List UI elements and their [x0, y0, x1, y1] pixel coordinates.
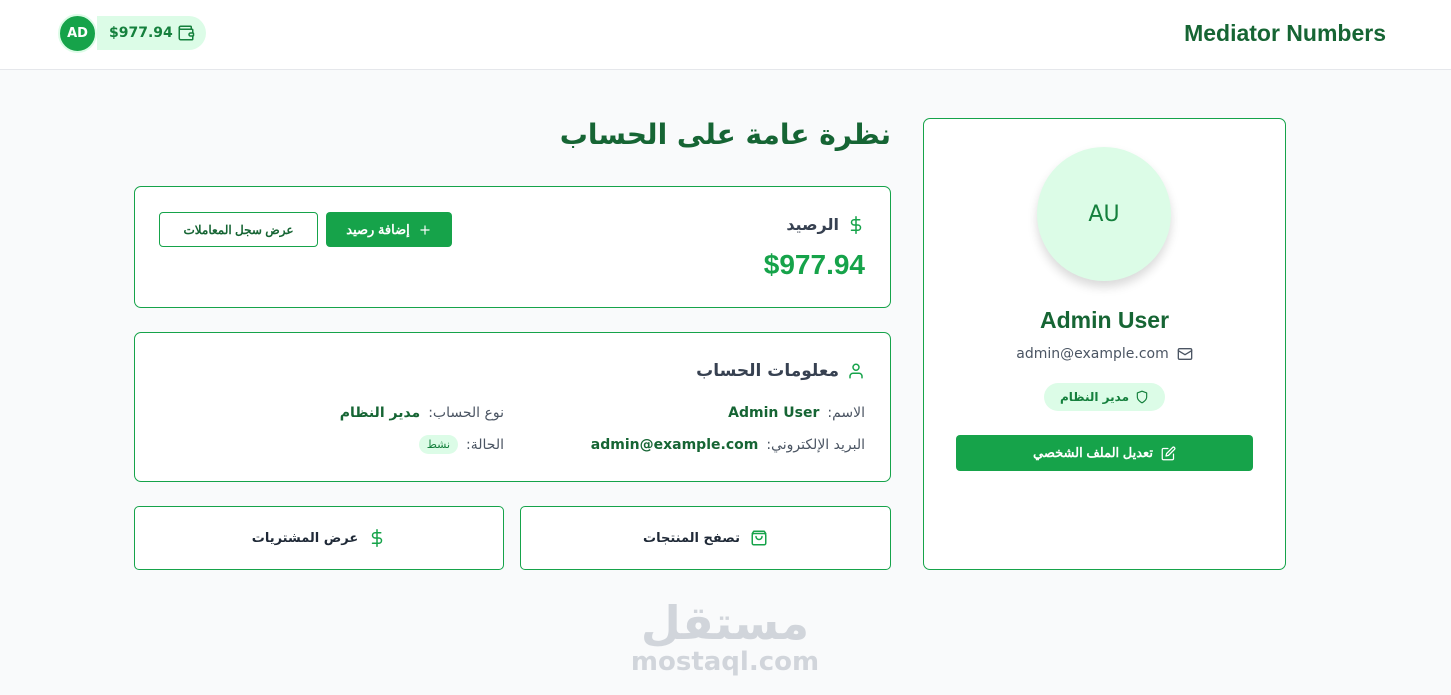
view-purchases-label: عرض المشتريات [251, 530, 359, 546]
info-email-label: البريد الإلكتروني: [766, 437, 865, 453]
info-email-row: البريد الإلكتروني: admin@example.com [591, 437, 865, 453]
balance-label: الرصيد [786, 215, 839, 234]
role-badge: مدير النظام [1044, 383, 1165, 411]
info-type-value: مدير النظام [339, 405, 421, 421]
top-navbar: Mediator Numbers $977.94 AD [0, 0, 1451, 70]
profile-card: AU Admin User admin@example.com مدير الن… [923, 118, 1286, 570]
info-status-row: الحالة: نشط [418, 435, 504, 454]
add-balance-button[interactable]: إضافة رصيد [326, 212, 452, 247]
profile-avatar: AU [1037, 147, 1171, 281]
browse-products-button[interactable]: تصفح المنتجات [520, 506, 891, 570]
watermark: مستقل mostaql.com [620, 598, 830, 676]
dollar-icon [850, 215, 862, 234]
account-info-title: معلومات الحساب [696, 361, 839, 381]
info-email-value: admin@example.com [590, 437, 759, 453]
edit-profile-button[interactable]: تعديل الملف الشخصي [956, 435, 1253, 471]
profile-name: Admin User [1039, 307, 1170, 333]
watermark-arabic: مستقل [640, 596, 810, 650]
add-balance-label: إضافة رصيد [346, 221, 410, 237]
brand-title[interactable]: Mediator Numbers [1184, 20, 1386, 47]
user-avatar[interactable]: AD [58, 14, 97, 53]
page-title: نظرة عامة على الحساب [559, 118, 891, 151]
status-badge: نشط [418, 435, 459, 454]
plus-icon [420, 224, 430, 235]
edit-icon [1161, 446, 1176, 460]
shopping-bag-icon [751, 530, 767, 546]
watermark-latin: mostaql.com [630, 647, 820, 677]
wallet-balance-pill[interactable]: $977.94 [97, 16, 206, 50]
browse-products-label: تصفح المنتجات [643, 530, 740, 546]
balance-card: الرصيد $977.94 إضافة رصيد عرض سجل المعام… [134, 186, 891, 308]
user-icon [849, 363, 863, 379]
view-purchases-button[interactable]: عرض المشتريات [134, 506, 504, 570]
info-name-value: Admin User [728, 405, 820, 421]
wallet-icon [178, 25, 195, 41]
dollar-icon [372, 529, 383, 547]
account-info-card: معلومات الحساب الاسم: Admin User البريد … [134, 332, 891, 482]
balance-label-row: الرصيد [786, 215, 865, 234]
info-type-row: نوع الحساب: مدير النظام [340, 405, 504, 421]
info-type-label: نوع الحساب: [428, 405, 504, 421]
edit-profile-label: تعديل الملف الشخصي [1033, 445, 1153, 460]
mail-icon [1177, 348, 1193, 360]
info-name-row: الاسم: Admin User [728, 405, 865, 421]
balance-amount: $977.94 [763, 249, 865, 280]
wallet-balance-value: $977.94 [109, 25, 173, 41]
profile-email: admin@example.com [1016, 346, 1169, 362]
role-label: مدير النظام [1059, 390, 1130, 404]
info-status-label: الحالة: [466, 436, 504, 453]
account-info-title-row: معلومات الحساب [696, 361, 865, 381]
info-name-label: الاسم: [827, 405, 865, 421]
shield-icon [1136, 390, 1148, 404]
profile-email-row: admin@example.com [924, 346, 1285, 362]
view-transactions-button[interactable]: عرض سجل المعاملات [159, 212, 318, 247]
